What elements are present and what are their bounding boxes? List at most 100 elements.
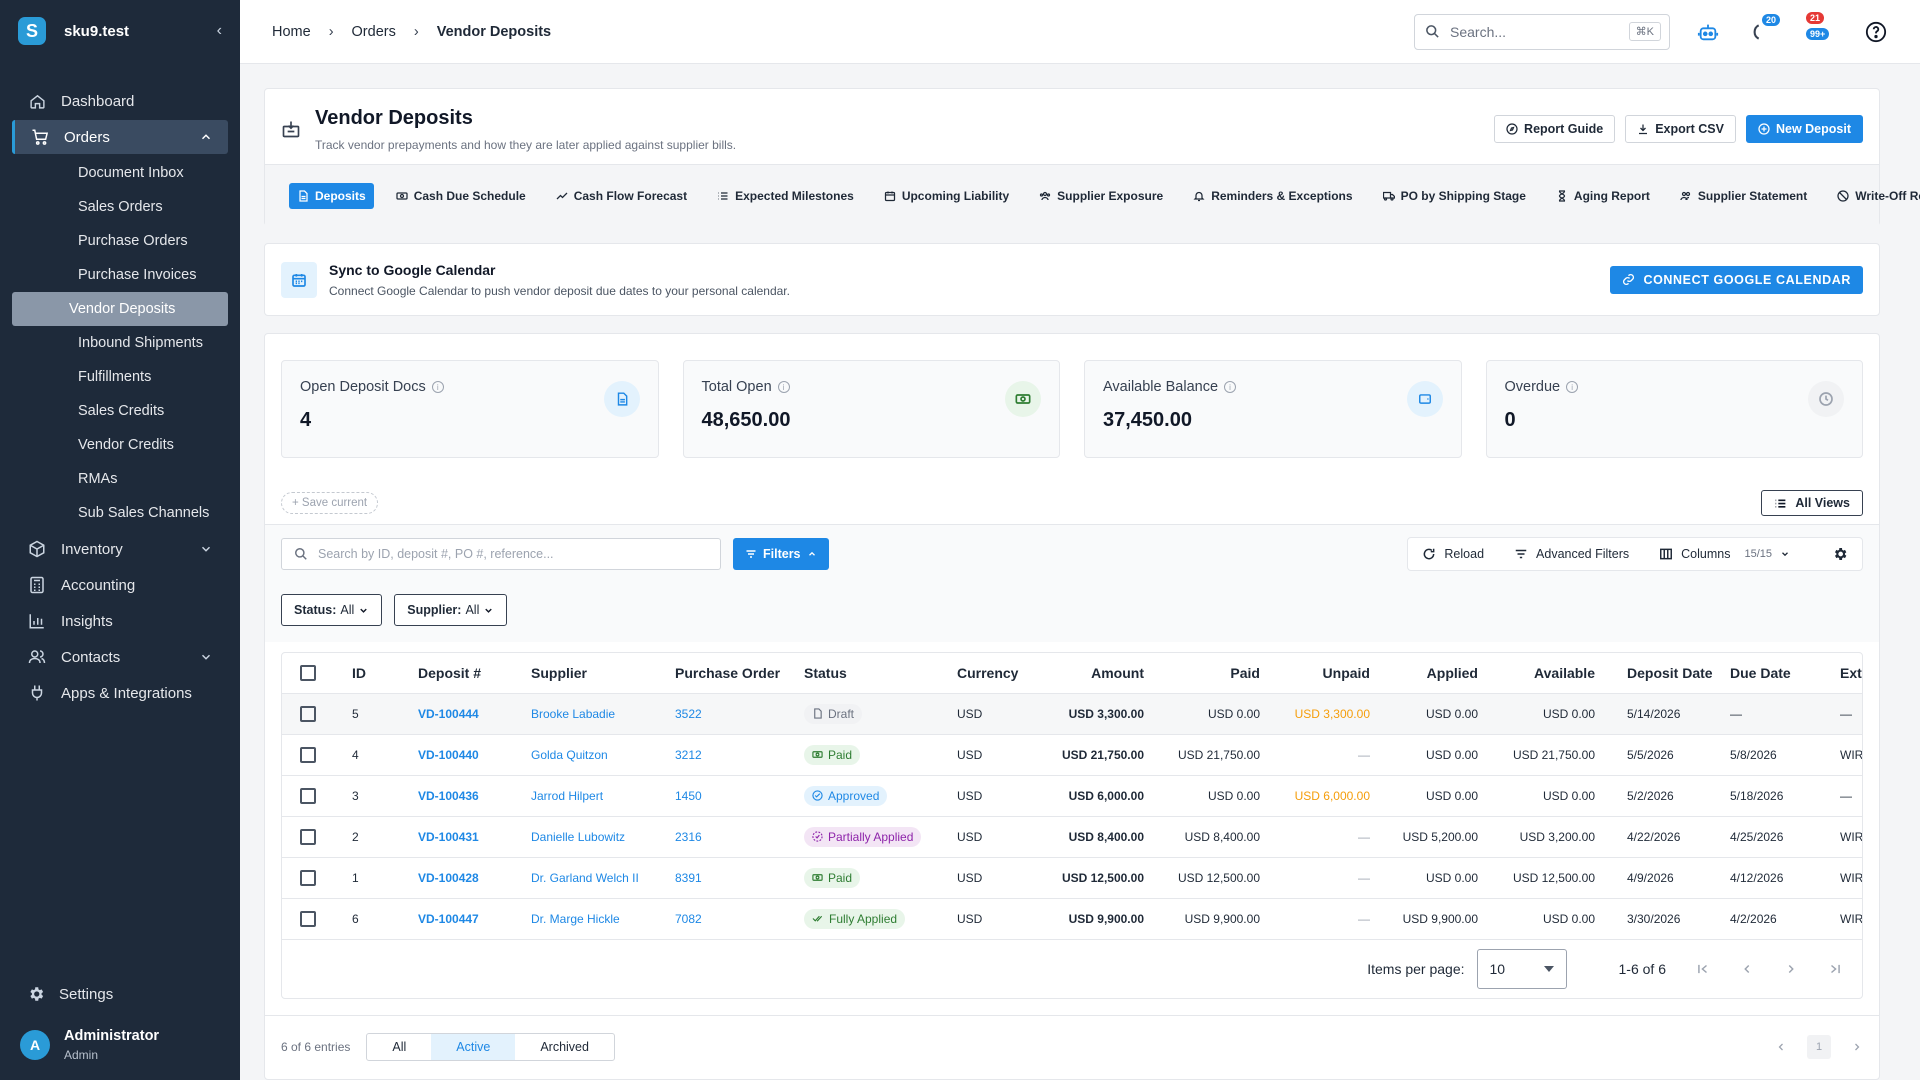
column-header-deposit-date[interactable]: Deposit Date bbox=[1595, 653, 1730, 694]
items-per-page-select[interactable]: 10 bbox=[1476, 948, 1567, 989]
tab-deposits[interactable]: Deposits bbox=[289, 183, 374, 209]
column-header-status[interactable]: Status bbox=[804, 653, 957, 694]
collapse-sidebar-icon[interactable]: ‹ bbox=[217, 22, 222, 40]
sidebar-subitem-sales-orders[interactable]: Sales Orders bbox=[12, 190, 228, 224]
sidebar-item-insights[interactable]: Insights bbox=[12, 604, 228, 638]
sidebar-item-apps-integrations[interactable]: Apps & Integrations bbox=[12, 676, 228, 710]
table-row[interactable]: 1 VD-100428 Dr. Garland Welch II 8391 Pa… bbox=[282, 857, 1862, 899]
status-filter-chip[interactable]: Status: All bbox=[281, 594, 383, 626]
table-row[interactable]: 2 VD-100431 Danielle Lubowitz 2316 Parti… bbox=[282, 816, 1862, 858]
previous-page-icon[interactable] bbox=[1740, 962, 1754, 976]
brand-logo-icon[interactable]: S bbox=[18, 17, 46, 45]
table-row[interactable]: 6 VD-100447 Dr. Marge Hickle 7082 Fully … bbox=[282, 898, 1862, 940]
column-header-deposit[interactable]: Deposit # bbox=[418, 653, 531, 694]
sidebar-subitem-rmas[interactable]: RMAs bbox=[12, 462, 228, 496]
next-page-icon[interactable] bbox=[1784, 962, 1798, 976]
segment-all[interactable]: All bbox=[367, 1034, 431, 1060]
column-header-amount[interactable]: Amount bbox=[1043, 653, 1144, 694]
sidebar-subitem-purchase-orders[interactable]: Purchase Orders bbox=[12, 224, 228, 258]
tab-expected-milestones[interactable]: Expected Milestones bbox=[709, 183, 862, 209]
column-header-available[interactable]: Available bbox=[1478, 653, 1595, 694]
supplier-link[interactable]: Dr. Garland Welch II bbox=[531, 857, 675, 899]
robot-icon[interactable] bbox=[1696, 20, 1720, 44]
sidebar-subitem-purchase-invoices[interactable]: Purchase Invoices bbox=[12, 258, 228, 292]
po-link[interactable]: 7082 bbox=[675, 898, 804, 940]
sidebar-item-orders[interactable]: Orders bbox=[12, 120, 228, 154]
po-link[interactable]: 1450 bbox=[675, 775, 804, 817]
tab-supplier-statement[interactable]: Supplier Statement bbox=[1672, 183, 1815, 209]
column-header-applied[interactable]: Applied bbox=[1370, 653, 1478, 694]
sync-status-icon[interactable]: 20 bbox=[1750, 13, 1781, 44]
new-deposit-button[interactable]: New Deposit bbox=[1745, 115, 1863, 143]
row-checkbox[interactable] bbox=[300, 787, 316, 804]
tab-po-by-shipping-stage[interactable]: PO by Shipping Stage bbox=[1375, 183, 1534, 209]
table-settings-button[interactable] bbox=[1832, 546, 1848, 562]
last-page-icon[interactable] bbox=[1828, 962, 1842, 976]
deposit-link[interactable]: VD-100431 bbox=[418, 816, 531, 858]
columns-button[interactable]: Columns 15/15 bbox=[1659, 547, 1790, 561]
sidebar-item-settings[interactable]: Settings bbox=[0, 974, 240, 1014]
tab-reminders-exceptions[interactable]: Reminders & Exceptions bbox=[1185, 183, 1360, 209]
info-icon[interactable]: i bbox=[431, 381, 444, 393]
po-link[interactable]: 8391 bbox=[675, 857, 804, 899]
next-page-icon[interactable] bbox=[1851, 1041, 1863, 1053]
po-link[interactable]: 3522 bbox=[675, 693, 804, 735]
tab-cash-flow-forecast[interactable]: Cash Flow Forecast bbox=[548, 183, 695, 209]
sidebar-subitem-vendor-deposits[interactable]: Vendor Deposits bbox=[12, 292, 228, 326]
info-icon[interactable]: i bbox=[1566, 381, 1579, 393]
info-icon[interactable]: i bbox=[777, 381, 790, 393]
row-checkbox[interactable] bbox=[300, 705, 316, 722]
deposit-link[interactable]: VD-100440 bbox=[418, 734, 531, 776]
sidebar-item-dashboard[interactable]: Dashboard bbox=[12, 84, 228, 118]
select-all-checkbox[interactable] bbox=[300, 664, 316, 681]
row-checkbox[interactable] bbox=[300, 869, 316, 886]
supplier-link[interactable]: Danielle Lubowitz bbox=[531, 816, 675, 858]
advanced-filters-button[interactable]: Advanced Filters bbox=[1514, 547, 1629, 561]
column-header-currency[interactable]: Currency bbox=[957, 653, 1043, 694]
column-header-id[interactable]: ID bbox=[352, 653, 418, 694]
tab-cash-due-schedule[interactable]: Cash Due Schedule bbox=[388, 183, 534, 209]
sidebar-item-contacts[interactable]: Contacts bbox=[12, 640, 228, 674]
supplier-link[interactable]: Golda Quitzon bbox=[531, 734, 675, 776]
help-icon[interactable] bbox=[1864, 20, 1888, 44]
deposit-link[interactable]: VD-100428 bbox=[418, 857, 531, 899]
sidebar-item-accounting[interactable]: Accounting bbox=[12, 568, 228, 602]
export-csv-button[interactable]: Export CSV bbox=[1625, 115, 1736, 143]
column-header-unpaid[interactable]: Unpaid bbox=[1260, 653, 1370, 694]
supplier-link[interactable]: Jarrod Hilpert bbox=[531, 775, 675, 817]
sidebar-item-inventory[interactable]: Inventory bbox=[12, 532, 228, 566]
sidebar-subitem-sub-sales-channels[interactable]: Sub Sales Channels bbox=[12, 496, 228, 530]
deposit-link[interactable]: VD-100447 bbox=[418, 898, 531, 940]
supplier-link[interactable]: Dr. Marge Hickle bbox=[531, 898, 675, 940]
deposit-link[interactable]: VD-100436 bbox=[418, 775, 531, 817]
deposit-link[interactable]: VD-100444 bbox=[418, 693, 531, 735]
supplier-link[interactable]: Brooke Labadie bbox=[531, 693, 675, 735]
tab-write-off-report[interactable]: Write-Off Report bbox=[1829, 183, 1920, 209]
breadcrumb-home[interactable]: Home bbox=[272, 24, 311, 40]
user-profile[interactable]: A Administrator Admin bbox=[0, 1028, 240, 1080]
alerts-icon[interactable]: 21 99+ bbox=[1804, 11, 1834, 44]
page-number-button[interactable]: 1 bbox=[1807, 1035, 1831, 1059]
table-row[interactable]: 4 VD-100440 Golda Quitzon 3212 Paid USD … bbox=[282, 734, 1862, 776]
breadcrumb-orders[interactable]: Orders bbox=[352, 24, 396, 40]
segment-active[interactable]: Active bbox=[431, 1034, 516, 1060]
tab-supplier-exposure[interactable]: Supplier Exposure bbox=[1031, 183, 1171, 209]
po-link[interactable]: 2316 bbox=[675, 816, 804, 858]
column-header-purchase-order[interactable]: Purchase Order bbox=[675, 653, 804, 694]
sidebar-subitem-fulfillments[interactable]: Fulfillments bbox=[12, 360, 228, 394]
save-current-view-button[interactable]: + Save current bbox=[281, 492, 379, 514]
row-checkbox[interactable] bbox=[300, 828, 316, 845]
row-checkbox[interactable] bbox=[300, 910, 316, 927]
global-search-input[interactable]: Search... ⌘K bbox=[1414, 13, 1670, 50]
row-checkbox[interactable] bbox=[300, 746, 316, 763]
supplier-filter-chip[interactable]: Supplier: All bbox=[394, 594, 508, 626]
tab-aging-report[interactable]: Aging Report bbox=[1548, 183, 1658, 209]
deposit-search-input[interactable]: Search by ID, deposit #, PO #, reference… bbox=[281, 538, 721, 570]
column-header-paid[interactable]: Paid bbox=[1144, 653, 1260, 694]
connect-google-calendar-button[interactable]: CONNECT GOOGLE CALENDAR bbox=[1610, 265, 1863, 294]
info-icon[interactable]: i bbox=[1224, 381, 1237, 393]
segment-archived[interactable]: Archived bbox=[515, 1034, 614, 1060]
table-row[interactable]: 3 VD-100436 Jarrod Hilpert 1450 Approved… bbox=[282, 775, 1862, 817]
column-header-supplier[interactable]: Supplier bbox=[531, 653, 675, 694]
sidebar-subitem-vendor-credits[interactable]: Vendor Credits bbox=[12, 428, 228, 462]
